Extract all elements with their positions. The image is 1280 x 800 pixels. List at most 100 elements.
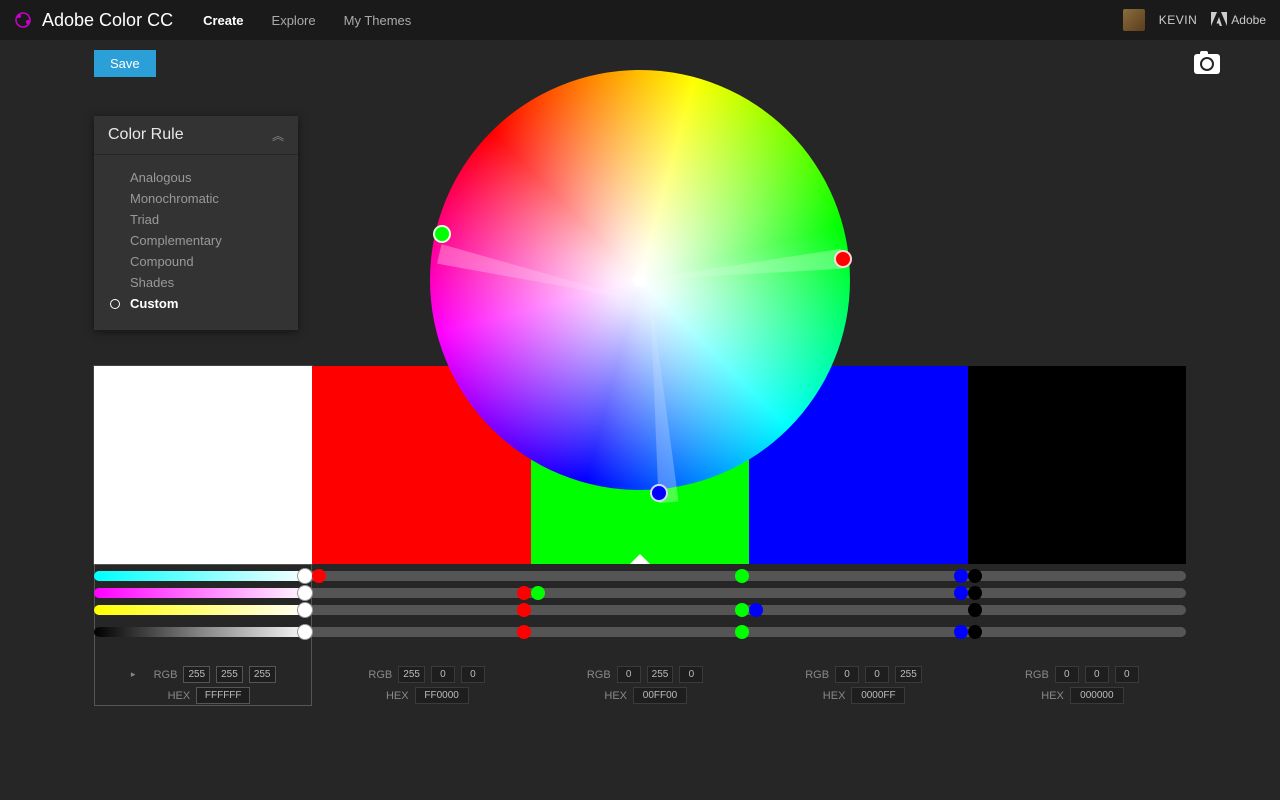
nav-mythemes[interactable]: My Themes <box>344 13 412 28</box>
rgb-value-input[interactable]: 0 <box>1055 666 1079 683</box>
rgb-value-input[interactable]: 255 <box>216 666 243 683</box>
adobe-logo-icon <box>1211 12 1227 29</box>
rgb-value-input[interactable]: 255 <box>647 666 674 683</box>
value-cell: RGB 00 255 HEX 0000FF <box>749 660 967 714</box>
rule-item-shades[interactable]: Shades <box>94 272 298 293</box>
rgb-value-input[interactable]: 0 <box>617 666 641 683</box>
slider-handle[interactable] <box>735 625 749 639</box>
slider-handle[interactable] <box>517 625 531 639</box>
hex-label: HEX <box>375 690 409 702</box>
rgb-value-input[interactable]: 0 <box>461 666 485 683</box>
slider-handle[interactable] <box>735 603 749 617</box>
color-rule-header[interactable]: Color Rule ︽ <box>94 116 298 155</box>
swatch[interactable] <box>968 366 1186 564</box>
rgb-label: RGB <box>577 669 611 681</box>
topbar: Adobe Color CC Create Explore My Themes … <box>0 0 1280 40</box>
rgb-value-input[interactable]: 255 <box>895 666 922 683</box>
nav-links: Create Explore My Themes <box>203 13 411 28</box>
hex-label: HEX <box>811 690 845 702</box>
hex-value-input[interactable]: 00FF00 <box>633 687 687 704</box>
slider-track[interactable] <box>94 571 1186 581</box>
slider-handle[interactable] <box>298 603 312 617</box>
save-button[interactable]: Save <box>94 50 156 77</box>
rule-item-custom[interactable]: Custom <box>94 293 298 314</box>
slider-handle[interactable] <box>954 569 968 583</box>
collapse-icon: ︽ <box>272 127 284 144</box>
slider-handle[interactable] <box>954 586 968 600</box>
color-rule-title: Color Rule <box>108 126 184 144</box>
rgb-value-input[interactable]: 255 <box>398 666 425 683</box>
hex-label: HEX <box>593 690 627 702</box>
wheel-handle[interactable] <box>650 484 668 502</box>
nav-create[interactable]: Create <box>203 13 243 28</box>
slider-handle[interactable] <box>517 586 531 600</box>
slider-track[interactable] <box>94 605 1186 615</box>
topbar-left: Adobe Color CC Create Explore My Themes <box>14 10 411 31</box>
hex-label: HEX <box>1030 690 1064 702</box>
wheel-center-handle[interactable] <box>633 273 647 287</box>
color-rule-panel: Color Rule ︽ AnalogousMonochromaticTriad… <box>94 116 298 330</box>
slider-handle[interactable] <box>968 625 982 639</box>
slider-handle[interactable] <box>298 625 312 639</box>
slider-gradient-fill <box>94 588 312 598</box>
color-wheel[interactable] <box>430 70 850 490</box>
value-cell: ▸ RGB 255 255 255 HEX FFFFFF <box>94 660 312 714</box>
slider-handle[interactable] <box>954 625 968 639</box>
rgb-label: RGB <box>1015 669 1049 681</box>
rgb-label: RGB <box>143 669 177 681</box>
avatar[interactable] <box>1123 9 1145 31</box>
rule-item-triad[interactable]: Triad <box>94 209 298 230</box>
slider-handle[interactable] <box>968 569 982 583</box>
rgb-label: RGB <box>795 669 829 681</box>
wheel-handle[interactable] <box>834 250 852 268</box>
active-swatch-caret-icon <box>630 554 650 564</box>
rule-item-monochromatic[interactable]: Monochromatic <box>94 188 298 209</box>
rgb-value-input[interactable]: 255 <box>249 666 276 683</box>
slider-handle[interactable] <box>968 586 982 600</box>
rgb-value-input[interactable]: 0 <box>431 666 455 683</box>
rgb-value-input[interactable]: 0 <box>1115 666 1139 683</box>
color-rule-list: AnalogousMonochromaticTriadComplementary… <box>94 155 298 330</box>
slider-section <box>94 566 1186 644</box>
nav-explore[interactable]: Explore <box>272 13 316 28</box>
slider-handle[interactable] <box>312 569 326 583</box>
slider-track[interactable] <box>94 627 1186 637</box>
hex-value-input[interactable]: FFFFFF <box>196 687 250 704</box>
rgb-label: RGB <box>358 669 392 681</box>
swatch[interactable] <box>94 366 312 564</box>
value-cell: RGB 0 255 0 HEX 00FF00 <box>531 660 749 714</box>
hex-value-input[interactable]: FF0000 <box>415 687 469 704</box>
adobe-label: Adobe <box>1231 13 1266 27</box>
hex-label: HEX <box>156 690 190 702</box>
rgb-value-input[interactable]: 0 <box>865 666 889 683</box>
color-mode-arrow-icon[interactable]: ▸ <box>131 669 136 680</box>
value-cell: RGB000HEX000000 <box>968 660 1186 714</box>
slider-handle[interactable] <box>517 603 531 617</box>
app-title: Adobe Color CC <box>42 10 173 31</box>
hex-value-input[interactable]: 000000 <box>1070 687 1124 704</box>
slider-track[interactable] <box>94 588 1186 598</box>
adobe-mark[interactable]: Adobe <box>1211 12 1266 29</box>
rule-item-complementary[interactable]: Complementary <box>94 230 298 251</box>
hex-value-input[interactable]: 0000FF <box>851 687 905 704</box>
rgb-value-input[interactable]: 0 <box>679 666 703 683</box>
camera-icon[interactable] <box>1194 54 1220 74</box>
rgb-value-input[interactable]: 255 <box>183 666 210 683</box>
rgb-value-input[interactable]: 0 <box>1085 666 1109 683</box>
slider-handle[interactable] <box>749 603 763 617</box>
topbar-right: KEVIN Adobe <box>1123 9 1266 31</box>
values-row: ▸RGB255255255HEXFFFFFFRGB25500HEXFF0000R… <box>94 660 1186 714</box>
slider-gradient-fill <box>94 571 312 581</box>
app-logo-icon <box>14 11 32 29</box>
slider-handle[interactable] <box>735 569 749 583</box>
slider-gradient-fill <box>94 605 312 615</box>
slider-handle[interactable] <box>298 569 312 583</box>
rule-item-compound[interactable]: Compound <box>94 251 298 272</box>
wheel-handle[interactable] <box>433 225 451 243</box>
slider-handle[interactable] <box>968 603 982 617</box>
slider-handle[interactable] <box>531 586 545 600</box>
rgb-value-input[interactable]: 0 <box>835 666 859 683</box>
user-name[interactable]: KEVIN <box>1159 13 1198 27</box>
slider-handle[interactable] <box>298 586 312 600</box>
rule-item-analogous[interactable]: Analogous <box>94 167 298 188</box>
